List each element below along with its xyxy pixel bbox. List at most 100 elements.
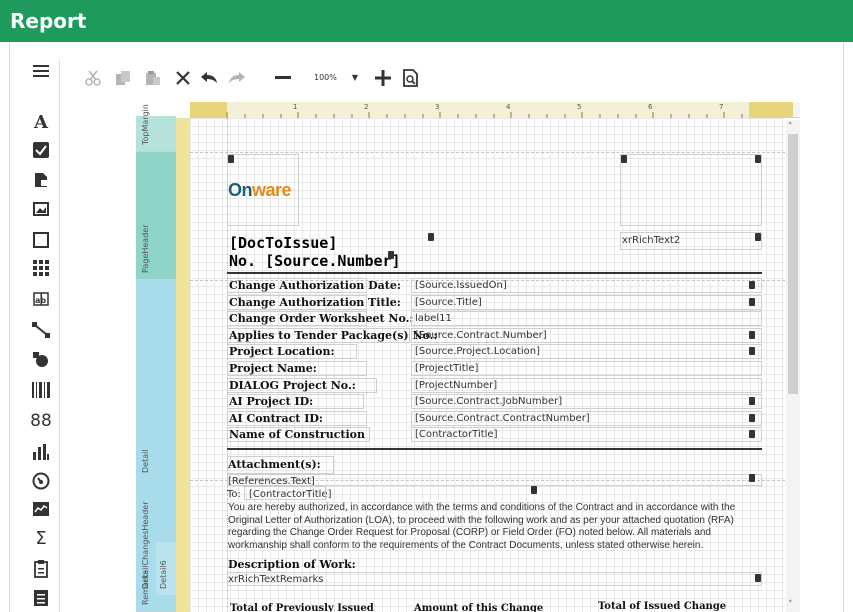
smart-tag-icon[interactable] [531, 486, 537, 494]
preview-icon[interactable] [398, 65, 424, 91]
picture-box-icon[interactable] [28, 200, 54, 222]
table-icon[interactable] [28, 258, 54, 280]
zoom-value: 100% [314, 73, 337, 82]
total-previously-issued-label[interactable]: Total of Previously Issued [230, 603, 374, 612]
detail-row-label[interactable]: DIALOG Project No.: [229, 379, 356, 392]
app-title: Report [10, 9, 87, 33]
detail-row-value[interactable]: [ProjectTitle] [415, 363, 478, 374]
scrollbar-thumb[interactable] [788, 134, 798, 394]
character-comb-icon[interactable]: ab [28, 290, 54, 312]
delete-icon[interactable] [170, 65, 196, 91]
detail-row-value[interactable]: label11 [415, 313, 452, 324]
checkbox-icon[interactable] [28, 140, 54, 162]
detail-row-label[interactable]: Change Order Worksheet No.: [229, 312, 414, 325]
authorization-paragraph[interactable]: You are hereby authorized, in accordance… [228, 502, 762, 552]
menu-icon[interactable] [28, 62, 54, 84]
scroll-down-icon[interactable]: ˅ [788, 600, 793, 610]
copy-icon[interactable] [110, 65, 136, 91]
detail-row-label[interactable]: Project Location: [229, 345, 335, 358]
detail-row-value[interactable]: [Source.Contract.Number] [415, 330, 547, 341]
detail-row-value[interactable]: [Source.Project.Location] [415, 346, 540, 357]
smart-tag-icon[interactable] [749, 347, 755, 355]
label-glyph: A [34, 112, 48, 133]
smart-tag-icon[interactable] [755, 574, 761, 582]
smart-tag-icon[interactable] [388, 251, 394, 259]
shape-icon[interactable] [28, 350, 54, 372]
ruler-number: 1 [293, 103, 298, 111]
redo-icon[interactable] [224, 65, 250, 91]
detail-row-label[interactable]: Applies to Tender Package(s) No.: [229, 329, 438, 342]
gauge-icon[interactable] [28, 470, 54, 492]
detail-row-label[interactable]: Project Name: [229, 362, 317, 375]
chart-icon[interactable] [28, 442, 54, 464]
paragraph-line: workmanship shall conform to the require… [228, 539, 704, 551]
amount-this-change-label[interactable]: Amount of this Change [414, 603, 543, 612]
detail-row-label[interactable]: Name of Construction [229, 428, 365, 441]
band-topmargin[interactable]: TopMargin [136, 104, 176, 152]
paragraph-line: You are hereby authorized, in accordance… [228, 502, 736, 513]
band-detail[interactable]: Detail [136, 280, 176, 480]
detail-divider [227, 448, 762, 450]
zoom-out-icon[interactable] [270, 65, 296, 91]
detail-row-value[interactable]: [ProjectNumber] [415, 380, 497, 391]
summary-glyph: Σ [35, 528, 47, 549]
undo-icon[interactable] [196, 65, 222, 91]
detail-row-value[interactable]: [Source.Title] [415, 297, 482, 308]
detail-row-label[interactable]: AI Project ID: [229, 395, 313, 408]
detail-row-value[interactable]: [ContractorTitle] [415, 429, 497, 440]
summary-icon[interactable]: Σ [28, 528, 54, 550]
report-designer: 1 2 3 4 5 6 7 TopMargin PageHeader Detai… [136, 102, 800, 612]
detail-row-value[interactable]: [Source.IssuedOn] [415, 280, 507, 291]
band-detail6[interactable]: Detail6 [156, 542, 176, 596]
band-remarks[interactable]: Remarks [136, 570, 176, 612]
zip-code-icon[interactable]: 88 [28, 410, 54, 432]
picture-handle-icon[interactable] [228, 155, 234, 163]
description-label[interactable]: Description of Work: [228, 558, 356, 571]
company-logo: Onware [228, 180, 292, 201]
detail-row-label[interactable]: AI Contract ID: [229, 412, 323, 425]
svg-text:ab: ab [35, 296, 46, 305]
label-icon[interactable]: A [28, 112, 54, 134]
picture-handle-icon[interactable] [621, 155, 627, 163]
detail-row-label[interactable]: Change Authorization Date: [229, 279, 401, 292]
panel-icon[interactable] [28, 230, 54, 252]
sparkline-icon[interactable] [28, 500, 54, 522]
smart-tag-icon[interactable] [749, 414, 755, 422]
line-icon[interactable] [28, 320, 54, 342]
source-number[interactable]: No. [Source.Number] [229, 252, 401, 270]
vertical-scrollbar[interactable]: ˄ ˅ [786, 120, 800, 612]
barcode-icon[interactable] [28, 380, 54, 402]
zoom-in-icon[interactable] [370, 65, 396, 91]
smart-tag-icon[interactable] [755, 233, 761, 241]
remarks-box [227, 572, 762, 586]
to-prefix: To: [227, 489, 241, 500]
scroll-up-icon[interactable]: ˄ [788, 122, 793, 132]
smart-tag-icon[interactable] [749, 331, 755, 339]
smart-tag-icon[interactable] [749, 430, 755, 438]
right-picture-box[interactable] [620, 154, 762, 226]
smart-tag-icon[interactable] [755, 155, 761, 163]
band-pageheader[interactable]: PageHeader [136, 152, 176, 280]
detail-row-value[interactable]: [Source.Contract.JobNumber] [415, 396, 562, 407]
detail-row-label[interactable]: Change Authorization Title: [229, 296, 401, 309]
total-issued-change-label[interactable]: Total of Issued Change [598, 601, 726, 612]
smart-tag-icon[interactable] [428, 233, 434, 241]
band-separator [190, 152, 785, 153]
paragraph-line: regarding the Change Order Request for P… [228, 527, 711, 538]
smart-tag-icon[interactable] [749, 281, 755, 289]
paste-icon[interactable] [140, 65, 166, 91]
cut-icon[interactable] [80, 65, 106, 91]
zoom-select[interactable]: 100% ▼ [304, 67, 362, 89]
smart-tag-icon[interactable] [749, 397, 755, 405]
to-contractor-box [244, 486, 326, 500]
page-info-icon[interactable] [28, 558, 54, 580]
title-bar: Report [0, 0, 853, 42]
band-label: TopMargin [141, 104, 150, 145]
rich-text-icon[interactable] [28, 170, 54, 192]
smart-tag-icon[interactable] [749, 298, 755, 306]
smart-tag-icon[interactable] [749, 474, 755, 482]
detail-row-value[interactable]: [Source.Contract.ContractNumber] [415, 413, 590, 424]
subreport-icon[interactable] [28, 588, 54, 610]
ruler-number: 4 [506, 103, 511, 111]
doc-to-issue[interactable]: [DocToIssue] [229, 234, 337, 252]
